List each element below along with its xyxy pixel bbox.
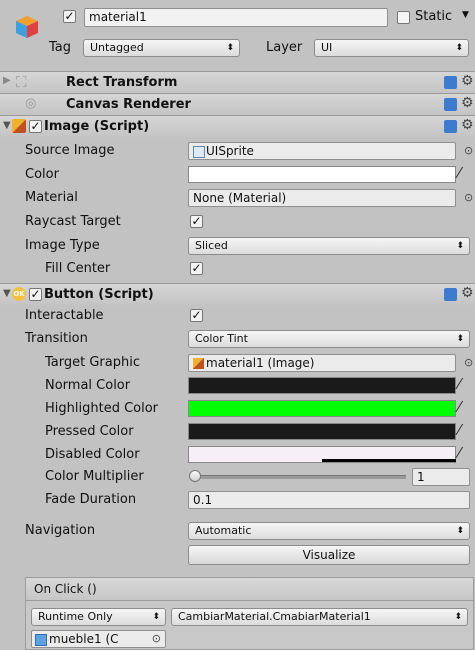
raycast-target-label: Raycast Target xyxy=(25,214,121,229)
foldout-arrow-icon: ▼ xyxy=(3,288,11,299)
image-script-title: Image (Script) xyxy=(44,119,150,134)
image-type-dropdown[interactable]: Sliced ⬍ xyxy=(188,237,470,255)
tag-dropdown[interactable]: Untagged ⬍ xyxy=(83,39,240,57)
chevron-down-icon: ⬍ xyxy=(456,334,464,344)
image-component-icon xyxy=(12,119,26,133)
normal-color-label: Normal Color xyxy=(45,378,131,393)
highlighted-color-swatch[interactable] xyxy=(188,400,456,417)
gear-icon[interactable]: ⚙ xyxy=(461,95,474,111)
fill-center-checkbox[interactable]: ✓ xyxy=(190,262,203,275)
sprite-icon xyxy=(193,146,205,158)
eyedropper-icon[interactable]: ⁄ xyxy=(458,164,461,182)
tag-label: Tag xyxy=(49,40,72,55)
image-type-label: Image Type xyxy=(25,238,100,253)
button-component-icon: OK xyxy=(12,287,26,301)
eyedropper-icon[interactable]: ⁄ xyxy=(458,398,461,416)
color-multiplier-slider[interactable] xyxy=(192,475,406,479)
chevron-down-icon: ⬍ xyxy=(226,43,234,53)
runtime-dropdown[interactable]: Runtime Only ⬍ xyxy=(31,608,166,626)
pressed-color-label: Pressed Color xyxy=(45,424,134,439)
help-book-icon[interactable] xyxy=(444,120,457,133)
target-graphic-label: Target Graphic xyxy=(45,355,140,370)
object-picker-icon[interactable]: ⊙ xyxy=(464,356,473,369)
chevron-down-icon: ⬍ xyxy=(456,526,464,536)
color-multiplier-label: Color Multiplier xyxy=(45,469,144,484)
raycast-target-checkbox[interactable]: ✓ xyxy=(190,215,203,228)
navigation-label: Navigation xyxy=(25,523,96,538)
eyedropper-icon[interactable]: ⁄ xyxy=(458,444,461,462)
help-book-icon[interactable] xyxy=(444,288,457,301)
transition-dropdown[interactable]: Color Tint ⬍ xyxy=(188,330,470,348)
chevron-down-icon: ⬍ xyxy=(456,241,464,251)
object-field[interactable]: mueble1 (C ⊙ xyxy=(31,630,166,648)
source-image-label: Source Image xyxy=(25,143,115,158)
color-label: Color xyxy=(25,167,59,182)
chevron-down-icon: ⬍ xyxy=(152,612,160,622)
layer-label: Layer xyxy=(266,40,303,55)
gear-icon[interactable]: ⚙ xyxy=(461,285,474,301)
image-script-header[interactable]: ▼ ✓ Image (Script) ⚙ xyxy=(0,115,475,137)
static-dropdown-arrow[interactable]: ▼ xyxy=(462,10,469,20)
foldout-arrow-icon: ▼ xyxy=(3,120,11,131)
rect-transform-icon: ⛶ xyxy=(16,73,27,91)
eyedropper-icon[interactable]: ⁄ xyxy=(458,375,461,393)
on-click-entry: Runtime Only ⬍ CambiarMaterial.CmabiarMat… xyxy=(26,601,473,649)
navigation-dropdown[interactable]: Automatic ⬍ xyxy=(188,522,470,540)
image-component-icon xyxy=(193,358,204,369)
button-script-header[interactable]: ▼ OK ✓ Button (Script) ⚙ xyxy=(0,283,475,305)
active-checkbox[interactable]: ✓ xyxy=(63,10,76,23)
on-click-header: On Click () xyxy=(26,578,473,601)
disabled-color-swatch[interactable] xyxy=(188,446,456,463)
interactable-checkbox[interactable]: ✓ xyxy=(190,309,203,322)
highlighted-color-label: Highlighted Color xyxy=(45,401,159,416)
chevron-down-icon: ⬍ xyxy=(455,43,463,53)
layer-dropdown[interactable]: UI ⬍ xyxy=(314,39,469,57)
visualize-button[interactable]: Visualize xyxy=(188,545,470,565)
canvas-renderer-icon: ◎ xyxy=(25,96,37,111)
script-icon xyxy=(35,634,47,646)
transition-label: Transition xyxy=(25,331,88,346)
color-multiplier-field[interactable]: 1 xyxy=(412,468,470,486)
function-dropdown[interactable]: CambiarMaterial.CmabiarMaterial1 ⬍ xyxy=(171,608,468,626)
on-click-panel: On Click () Runtime Only ⬍ CambiarMateria… xyxy=(25,577,474,650)
eyedropper-icon[interactable]: ⁄ xyxy=(458,421,461,439)
alpha-bar xyxy=(322,459,456,462)
object-picker-icon[interactable]: ⊙ xyxy=(152,631,161,647)
rect-transform-title: Rect Transform xyxy=(66,75,178,90)
image-enabled-checkbox[interactable]: ✓ xyxy=(29,120,42,133)
material-field[interactable]: None (Material) xyxy=(188,189,456,207)
on-click-title: On Click () xyxy=(34,582,97,596)
button-script-title: Button (Script) xyxy=(44,287,154,302)
pressed-color-swatch[interactable] xyxy=(188,423,456,440)
interactable-label: Interactable xyxy=(25,308,104,323)
foldout-arrow-icon: ▶ xyxy=(3,75,11,86)
image-color-swatch[interactable] xyxy=(188,166,456,183)
rect-transform-header[interactable]: ▶ ⛶ Rect Transform ⚙ xyxy=(0,71,475,93)
source-image-field[interactable]: UISprite xyxy=(188,142,456,160)
static-label: Static xyxy=(415,9,453,24)
name-field[interactable]: material1 xyxy=(84,8,388,27)
fade-duration-label: Fade Duration xyxy=(45,492,137,507)
object-picker-icon[interactable]: ⊙ xyxy=(464,191,473,204)
material-label: Material xyxy=(25,190,78,205)
object-picker-icon[interactable]: ⊙ xyxy=(464,144,473,157)
help-book-icon[interactable] xyxy=(444,76,457,89)
canvas-renderer-title: Canvas Renderer xyxy=(66,97,191,112)
disabled-color-label: Disabled Color xyxy=(45,447,140,462)
help-book-icon[interactable] xyxy=(444,98,457,111)
color-multiplier-slider-handle[interactable] xyxy=(189,470,201,482)
button-enabled-checkbox[interactable]: ✓ xyxy=(29,288,42,301)
fade-duration-field[interactable]: 0.1 xyxy=(188,491,470,509)
normal-color-swatch[interactable] xyxy=(188,377,456,394)
gear-icon[interactable]: ⚙ xyxy=(461,73,474,89)
static-checkbox[interactable] xyxy=(397,11,410,24)
canvas-renderer-header[interactable]: ◎ Canvas Renderer ⚙ xyxy=(0,93,475,115)
gear-icon[interactable]: ⚙ xyxy=(461,117,474,133)
chevron-down-icon: ⬍ xyxy=(454,612,462,622)
fill-center-label: Fill Center xyxy=(45,261,111,276)
gameobject-icon xyxy=(14,14,40,40)
target-graphic-field[interactable]: material1 (Image) xyxy=(188,354,456,372)
